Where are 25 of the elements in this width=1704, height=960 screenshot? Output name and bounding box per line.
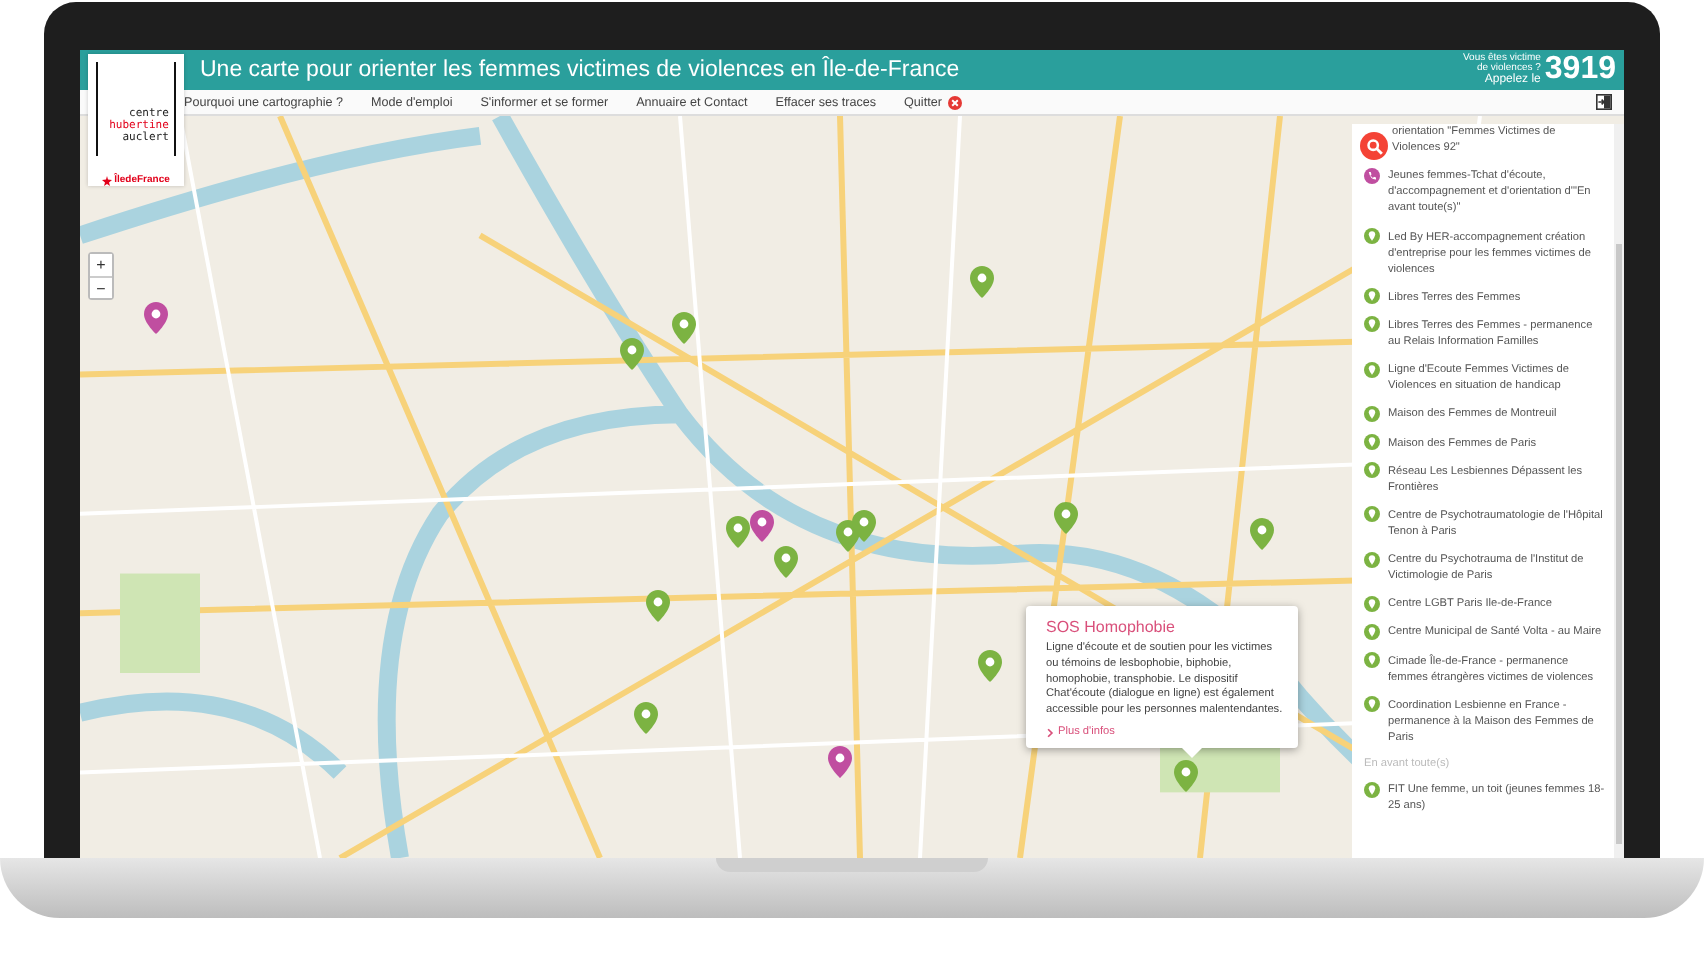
- helpline-number: 3919: [1544, 54, 1616, 86]
- close-icon: [947, 95, 962, 109]
- map-pin-icon[interactable]: [852, 510, 876, 542]
- map-pin-icon[interactable]: [978, 650, 1002, 682]
- chevron-icon: [1046, 727, 1054, 738]
- map-pin-icon[interactable]: [970, 266, 994, 298]
- page-title: Une carte pour orienter les femmes victimes de violences en Île-de-France: [200, 58, 962, 82]
- map-pin-icon[interactable]: [828, 746, 852, 778]
- map-pin-icon[interactable]: [634, 702, 658, 734]
- zoom-button[interactable]: −: [90, 276, 112, 298]
- search-icon: [1365, 137, 1383, 155]
- map-pin-icon[interactable]: [1174, 760, 1198, 792]
- popup-title: SOS Homophobie: [1046, 618, 1177, 636]
- map-pin-icon[interactable]: [646, 590, 670, 622]
- map-pin-icon[interactable]: [750, 510, 774, 542]
- map-pin-icon[interactable]: [774, 546, 798, 578]
- map-pin-icon[interactable]: [672, 312, 696, 344]
- exit-icon[interactable]: [1596, 94, 1612, 110]
- map-pin-icon[interactable]: [726, 516, 750, 548]
- scrollbar[interactable]: [1614, 124, 1624, 858]
- map-pin-icon[interactable]: [144, 302, 168, 334]
- map-pin-icon[interactable]: [620, 338, 644, 370]
- map-pin-icon[interactable]: [1054, 502, 1078, 534]
- star-icon: [102, 175, 113, 185]
- map-pin-icon[interactable]: [1250, 518, 1274, 550]
